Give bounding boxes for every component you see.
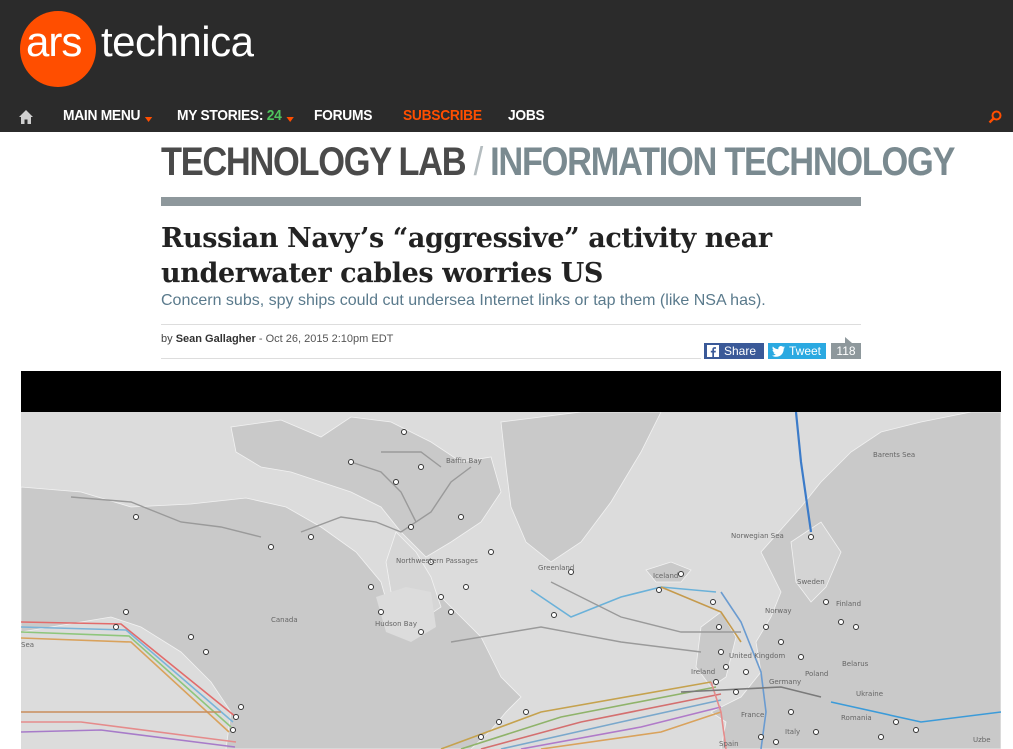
twitter-bird-icon	[772, 346, 785, 357]
map-label-northwestern-passages: Northwestern Passages	[396, 557, 478, 565]
home-icon[interactable]	[18, 109, 34, 125]
map-label-ukraine: Ukraine	[856, 690, 883, 698]
search-icon[interactable]	[988, 110, 1002, 124]
nav-subscribe[interactable]: SUBSCRIBE	[403, 107, 482, 124]
map-label-uzbe: Uzbe	[973, 736, 991, 744]
cable-map-graphic: Baffin Bay Barents Sea Norwegian Sea Gre…	[21, 412, 1001, 749]
facebook-share-label: Share	[724, 344, 757, 358]
nav-jobs[interactable]: JOBS	[508, 107, 545, 124]
map-label-spain: Spain	[719, 740, 739, 748]
nav-my-stories-label: MY STORIES:	[177, 107, 264, 124]
map-label-finland: Finland	[836, 600, 861, 608]
twitter-tweet-button[interactable]: Tweet	[768, 343, 826, 359]
nav-forums[interactable]: FORUMS	[314, 107, 372, 124]
section-category-link[interactable]: INFORMATION TECHNOLOGY	[490, 140, 955, 184]
image-top-bar	[21, 371, 1001, 412]
map-label-baffin-bay: Baffin Bay	[446, 457, 482, 465]
map-label-greenland: Greenland	[538, 564, 574, 572]
map-label-ireland: Ireland	[691, 668, 715, 676]
section-heading: TECHNOLOGY LAB / INFORMATION TECHNOLOGY	[161, 140, 955, 185]
facebook-share-button[interactable]: Share	[704, 343, 764, 359]
logo-technica-text[interactable]: technica	[101, 18, 254, 66]
site-header: ars technica MAIN MENU MY STORIES: 24 FO…	[0, 0, 1013, 132]
byline-bottom-divider	[161, 358, 701, 359]
map-label-france: France	[741, 711, 764, 719]
logo-ars-text[interactable]: ars	[26, 18, 82, 66]
section-divider	[161, 197, 861, 206]
publish-date: - Oct 26, 2015 2:10pm EDT	[258, 333, 394, 345]
byline-divider	[161, 324, 861, 325]
comments-count-badge[interactable]: 118	[831, 337, 861, 359]
map-label-sea: Sea	[21, 641, 34, 649]
my-stories-count: 24	[266, 107, 282, 124]
nav-main-menu-label: MAIN MENU	[63, 107, 141, 124]
submarine-cable-map: Baffin Bay Barents Sea Norwegian Sea Gre…	[21, 412, 1001, 749]
map-label-sweden: Sweden	[797, 578, 825, 586]
author-link[interactable]: Sean Gallagher	[176, 333, 256, 345]
byline: by Sean Gallagher - Oct 26, 2015 2:10pm …	[161, 333, 393, 345]
section-separator: /	[473, 140, 484, 184]
map-label-norway: Norway	[765, 607, 792, 615]
byline-prefix: by	[161, 333, 173, 345]
chevron-down-icon	[144, 117, 153, 122]
article-title-line-2: underwater cables worries US	[161, 258, 603, 289]
nav-main-menu[interactable]: MAIN MENU	[63, 107, 153, 124]
nav-my-stories[interactable]: MY STORIES: 24	[177, 107, 294, 124]
map-label-germany: Germany	[769, 678, 801, 686]
article-subtitle: Concern subs, spy ships could cut unders…	[161, 292, 766, 309]
map-label-united-kingdom: United Kingdom	[729, 652, 785, 660]
map-label-canada: Canada	[271, 616, 298, 624]
article-title-line-1: Russian Navy’s “aggressive” activity nea…	[161, 223, 772, 254]
map-label-barents-sea: Barents Sea	[873, 451, 915, 459]
chevron-down-icon	[286, 117, 294, 122]
map-label-italy: Italy	[785, 728, 800, 736]
map-label-iceland: Iceland	[653, 572, 678, 580]
map-label-hudson-bay: Hudson Bay	[375, 620, 417, 628]
section-lab-link[interactable]: TECHNOLOGY LAB	[161, 140, 467, 184]
main-nav: MAIN MENU MY STORIES: 24 FORUMS SUBSCRIB…	[0, 100, 1013, 132]
map-label-romania: Romania	[841, 714, 872, 722]
article-title: Russian Navy’s “aggressive” activity nea…	[161, 221, 861, 291]
map-label-belarus: Belarus	[842, 660, 869, 668]
twitter-tweet-label: Tweet	[789, 344, 822, 358]
facebook-icon	[707, 345, 719, 357]
map-label-poland: Poland	[805, 670, 828, 678]
map-label-norwegian-sea: Norwegian Sea	[731, 532, 784, 540]
